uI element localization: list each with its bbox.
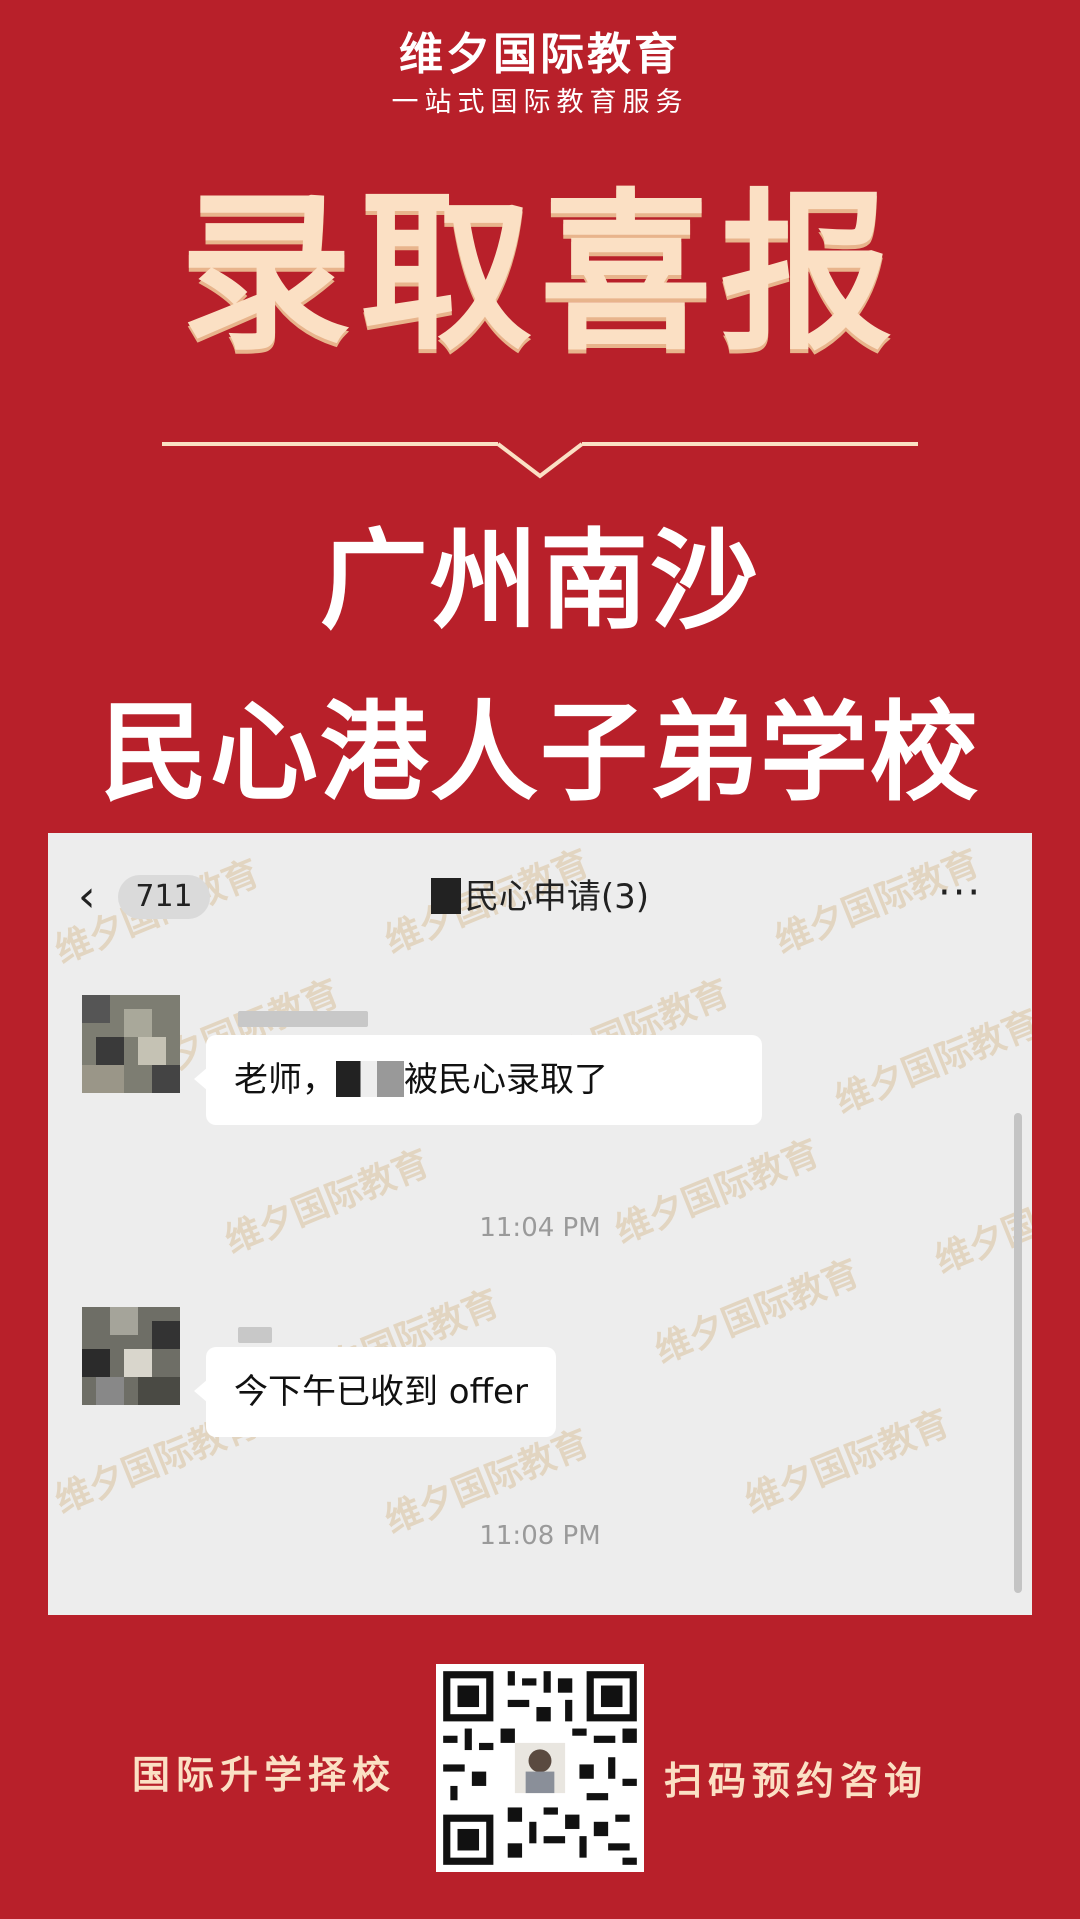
watermark: 维夕国际教育 <box>219 1142 436 1262</box>
headline-divider <box>162 442 918 479</box>
avatar <box>82 995 180 1093</box>
brand-name: 维夕国际教育 <box>399 29 681 80</box>
scrollbar[interactable] <box>1014 1113 1022 1593</box>
chat-title: 民心申请(3) <box>48 873 1032 921</box>
school-location: 广州南沙 <box>319 519 760 644</box>
watermark: 维夕国际教育 <box>829 1002 1032 1122</box>
chat-title-text: 民心申请(3) <box>464 877 650 917</box>
message-bubble: 今下午已收到 offer <box>194 1347 556 1437</box>
qr-code <box>436 1664 644 1872</box>
headline: 录取喜报 <box>180 173 900 374</box>
more-options-icon[interactable]: ··· <box>938 873 982 913</box>
message-bubble: 老师， 被民心录取了 <box>194 1035 762 1125</box>
chat-screenshot: 维夕国际教育 维夕国际教育 维夕国际教育 维夕国际教育 维夕国际教育 维夕国际教… <box>48 833 1032 1615</box>
redacted-block <box>430 878 461 914</box>
brand-tagline: 一站式国际教育服务 <box>391 87 689 118</box>
watermark: 维夕国际教育 <box>739 1402 956 1522</box>
avatar <box>82 1307 180 1405</box>
timestamp: 11:04 PM <box>479 1213 601 1243</box>
sender-name-redacted <box>238 1327 272 1343</box>
sender-name-redacted <box>238 1011 368 1027</box>
redacted-block <box>336 1061 404 1097</box>
message-text: 老师， <box>234 1060 336 1100</box>
school-name: 民心港人子弟学校 <box>99 691 980 816</box>
message-text: 被民心录取了 <box>404 1060 608 1100</box>
timestamp: 11:08 PM <box>479 1521 601 1551</box>
footer-right-text: 扫码预约咨询 <box>664 1759 929 1803</box>
watermark: 维夕国际教育 <box>649 1252 866 1372</box>
footer-left-text: 国际升学择校 <box>132 1753 397 1797</box>
message-text: 今下午已收到 offer <box>234 1372 528 1412</box>
